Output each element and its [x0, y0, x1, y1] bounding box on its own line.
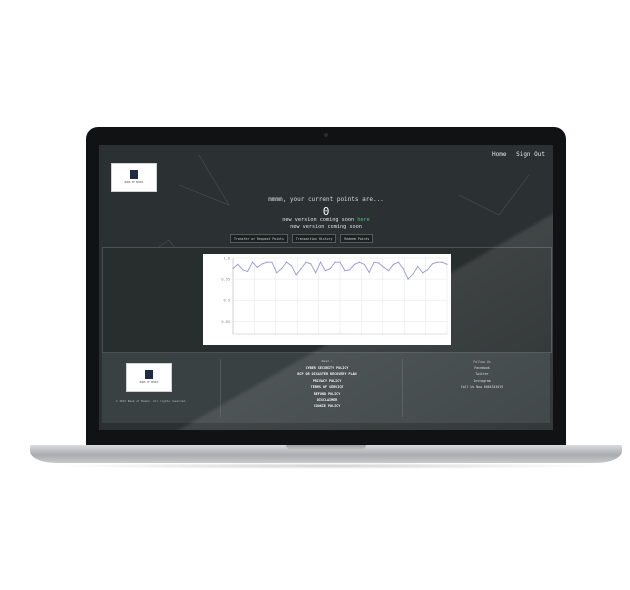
chart-data-point [246, 270, 249, 273]
chart-data-point [368, 271, 370, 273]
transaction-history-button[interactable]: Transaction History [291, 234, 337, 243]
chart-y-tick-label: 0.85 [221, 320, 230, 324]
hinge-notch [286, 445, 366, 450]
chart-data-point [378, 262, 380, 264]
footer-links: CYBER SECURITY POLICY BCP OR DISASTER RE… [272, 365, 382, 410]
chart-data-point [422, 272, 424, 274]
chart-data-point [329, 267, 331, 270]
footer: BANK OF BOOKS © 2021 Bank of Books. All … [102, 353, 550, 423]
footer-logo-text: BANK OF BOOKS [139, 381, 159, 384]
chart-data-point [344, 270, 346, 272]
footer-divider [220, 359, 221, 417]
chart-data-point [271, 261, 273, 263]
chart-y-tick-label: 1.0 [224, 257, 231, 261]
chart-data-point [242, 269, 244, 271]
camera-dot [324, 133, 328, 137]
chart-data-point [276, 272, 278, 274]
footer-logo-mark [145, 370, 153, 379]
nav-home-link[interactable]: Home [492, 151, 506, 158]
points-chart: 1.0 0.95 0.9 0.85 [203, 254, 451, 345]
chart-data-point [295, 274, 297, 276]
version-notice-2: new version coming soon [290, 224, 362, 230]
chart-data-point [397, 261, 399, 263]
redeem-points-button[interactable]: Redeem Points [340, 234, 374, 243]
footer-link-cookie[interactable]: COOKIE POLICY [272, 403, 382, 409]
chart-data-point [388, 270, 390, 272]
chart-data-point [436, 261, 438, 263]
copyright-text: © 2021 Bank of Books. All rights reserve… [116, 399, 187, 403]
chart-data-point [266, 261, 268, 263]
chart-data-point [232, 267, 234, 270]
chart-data-point [417, 265, 419, 268]
footer-logo[interactable]: BANK OF BOOKS [126, 363, 172, 392]
chart-data-point [349, 269, 351, 271]
chart-section: 1.0 0.95 0.9 0.85 [102, 247, 552, 353]
chart-data-point [256, 266, 258, 268]
chart-data-point [300, 267, 302, 270]
header-logo[interactable]: BANK OF BOOKS [111, 163, 157, 192]
screen: BANK OF BOOKS Home Sign Out mmmm, your c… [99, 145, 553, 430]
logo-mark [130, 170, 138, 179]
chart-data-point [334, 261, 336, 263]
action-buttons: Transfer or Request Points Transaction H… [230, 234, 374, 243]
chart-data-point [426, 269, 429, 271]
chart-data-point [383, 266, 385, 268]
chart-data-point [441, 261, 443, 263]
chart-data-point [431, 263, 434, 265]
points-chart-svg: 1.0 0.95 0.9 0.85 [221, 257, 448, 335]
top-nav: Home Sign Out [486, 151, 545, 158]
chart-data-point [339, 261, 341, 263]
chart-data-point [261, 263, 263, 265]
chart-data-point [237, 263, 239, 265]
chart-data-point [407, 278, 409, 280]
footer-links-title: Read : [321, 359, 333, 363]
chart-data-point [358, 261, 361, 263]
laptop-shadow [50, 463, 602, 469]
version-notice: new version coming soon here [99, 217, 553, 223]
chart-data-point [412, 273, 414, 275]
chart-data-point [373, 261, 375, 263]
chart-data-point [446, 263, 448, 265]
chart-data-point [402, 267, 404, 270]
chart-data-point [353, 263, 356, 265]
chart-data-point [285, 261, 288, 263]
call-us-text: Call Us Now 0064343019 [460, 384, 504, 389]
nav-signout-link[interactable]: Sign Out [516, 151, 545, 158]
chart-data-point [251, 261, 254, 263]
laptop-base [30, 445, 622, 463]
chart-data-point [290, 265, 292, 267]
version-here-link[interactable]: here [357, 217, 370, 223]
chart-data-point [319, 261, 322, 263]
follow-us: Follow Us Facebook Twitter Instagram Cal… [427, 359, 537, 390]
chart-data-point [363, 263, 365, 265]
footer-divider [402, 359, 403, 417]
chart-data-point [324, 270, 327, 272]
chart-y-tick-label: 0.95 [221, 278, 230, 282]
chart-data-point [310, 263, 312, 265]
chart-data-point [281, 267, 283, 270]
chart-data-point [305, 261, 307, 263]
chart-y-tick-label: 0.9 [224, 299, 231, 303]
transfer-points-button[interactable]: Transfer or Request Points [230, 234, 288, 243]
chart-data-point [315, 272, 317, 274]
chart-data-point [392, 263, 395, 265]
logo-text: BANK OF BOOKS [124, 181, 144, 184]
points-label: mmmm, your current points are... [268, 196, 384, 203]
version-notice-text: new version coming soon [282, 217, 355, 223]
